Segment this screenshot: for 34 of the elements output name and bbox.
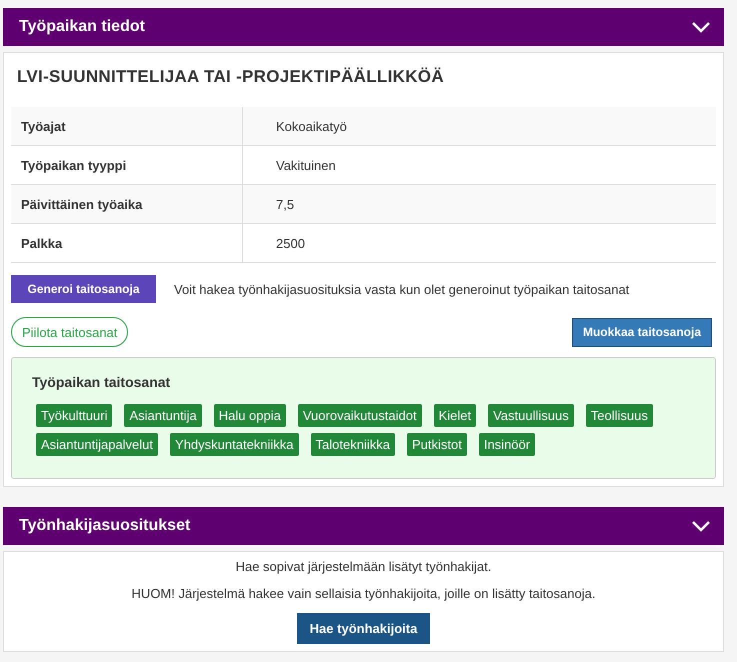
skill-tag: Työkulttuuri bbox=[36, 404, 112, 427]
skills-title: Työpaikan taitosanat bbox=[32, 374, 172, 390]
edit-skills-button[interactable]: Muokkaa taitosanoja bbox=[572, 318, 712, 346]
panel-title: Työnhakijasuositukset bbox=[19, 517, 190, 535]
table-cell: 2500 bbox=[243, 223, 716, 263]
table-cell: Kokoaikatyö bbox=[243, 107, 716, 145]
chevron-down-icon[interactable] bbox=[692, 520, 710, 532]
skill-tag: Vastuullisuus bbox=[488, 404, 574, 427]
skill-tag: Yhdyskuntatekniikka bbox=[170, 433, 299, 456]
skill-tag: Asiantuntija bbox=[124, 404, 202, 427]
skill-tag: Insinöör bbox=[478, 433, 536, 456]
table-cell: Palkka bbox=[11, 223, 243, 263]
table-cell: Vakituinen bbox=[243, 145, 716, 185]
skill-tag: Teollisuus bbox=[586, 404, 653, 427]
job-title: LVI-SUUNNITTELIJAA TAI -PROJEKTIPÄÄLLIKKÖÄ bbox=[17, 67, 445, 87]
panel-title: Työpaikan tiedot bbox=[19, 18, 145, 36]
panel-header[interactable]: Työnhakijasuositukset bbox=[3, 507, 724, 545]
table-cell: Työpaikan tyyppi bbox=[11, 145, 243, 185]
generate-note: Voit hakea työnhakijasuosituksia vasta kun olet generoinut työpaikan taitosanat bbox=[174, 282, 630, 296]
chevron-down-icon[interactable] bbox=[692, 22, 710, 32]
table-cell: 7,5 bbox=[243, 185, 716, 223]
skill-tag: Kielet bbox=[434, 404, 476, 427]
skill-tag: Asiantuntijapalvelut bbox=[36, 433, 158, 456]
skill-tag: Vuorovaikutustaidot bbox=[298, 404, 422, 427]
skill-tag: Putkistot bbox=[406, 433, 467, 456]
panel-header[interactable]: Työpaikan tiedot bbox=[3, 8, 724, 46]
search-candidates-button[interactable]: Hae työnhakijoita bbox=[296, 613, 430, 644]
table-cell: Päivittäinen työaika bbox=[11, 185, 243, 223]
info-text: HUOM! Järjestelmä hakee vain sellaisia työnhakijoita, joille on lisätty taitosanoja. bbox=[132, 586, 596, 601]
table-cell: Työajat bbox=[11, 107, 243, 145]
info-text: Hae sopivat järjestelmään lisätyt työnhakijat. bbox=[236, 559, 492, 574]
skill-tag: Talotekniikka bbox=[310, 433, 395, 456]
generate-button[interactable]: Generoi taitosanoja bbox=[11, 275, 156, 303]
skill-tag: Halu oppia bbox=[214, 404, 286, 427]
